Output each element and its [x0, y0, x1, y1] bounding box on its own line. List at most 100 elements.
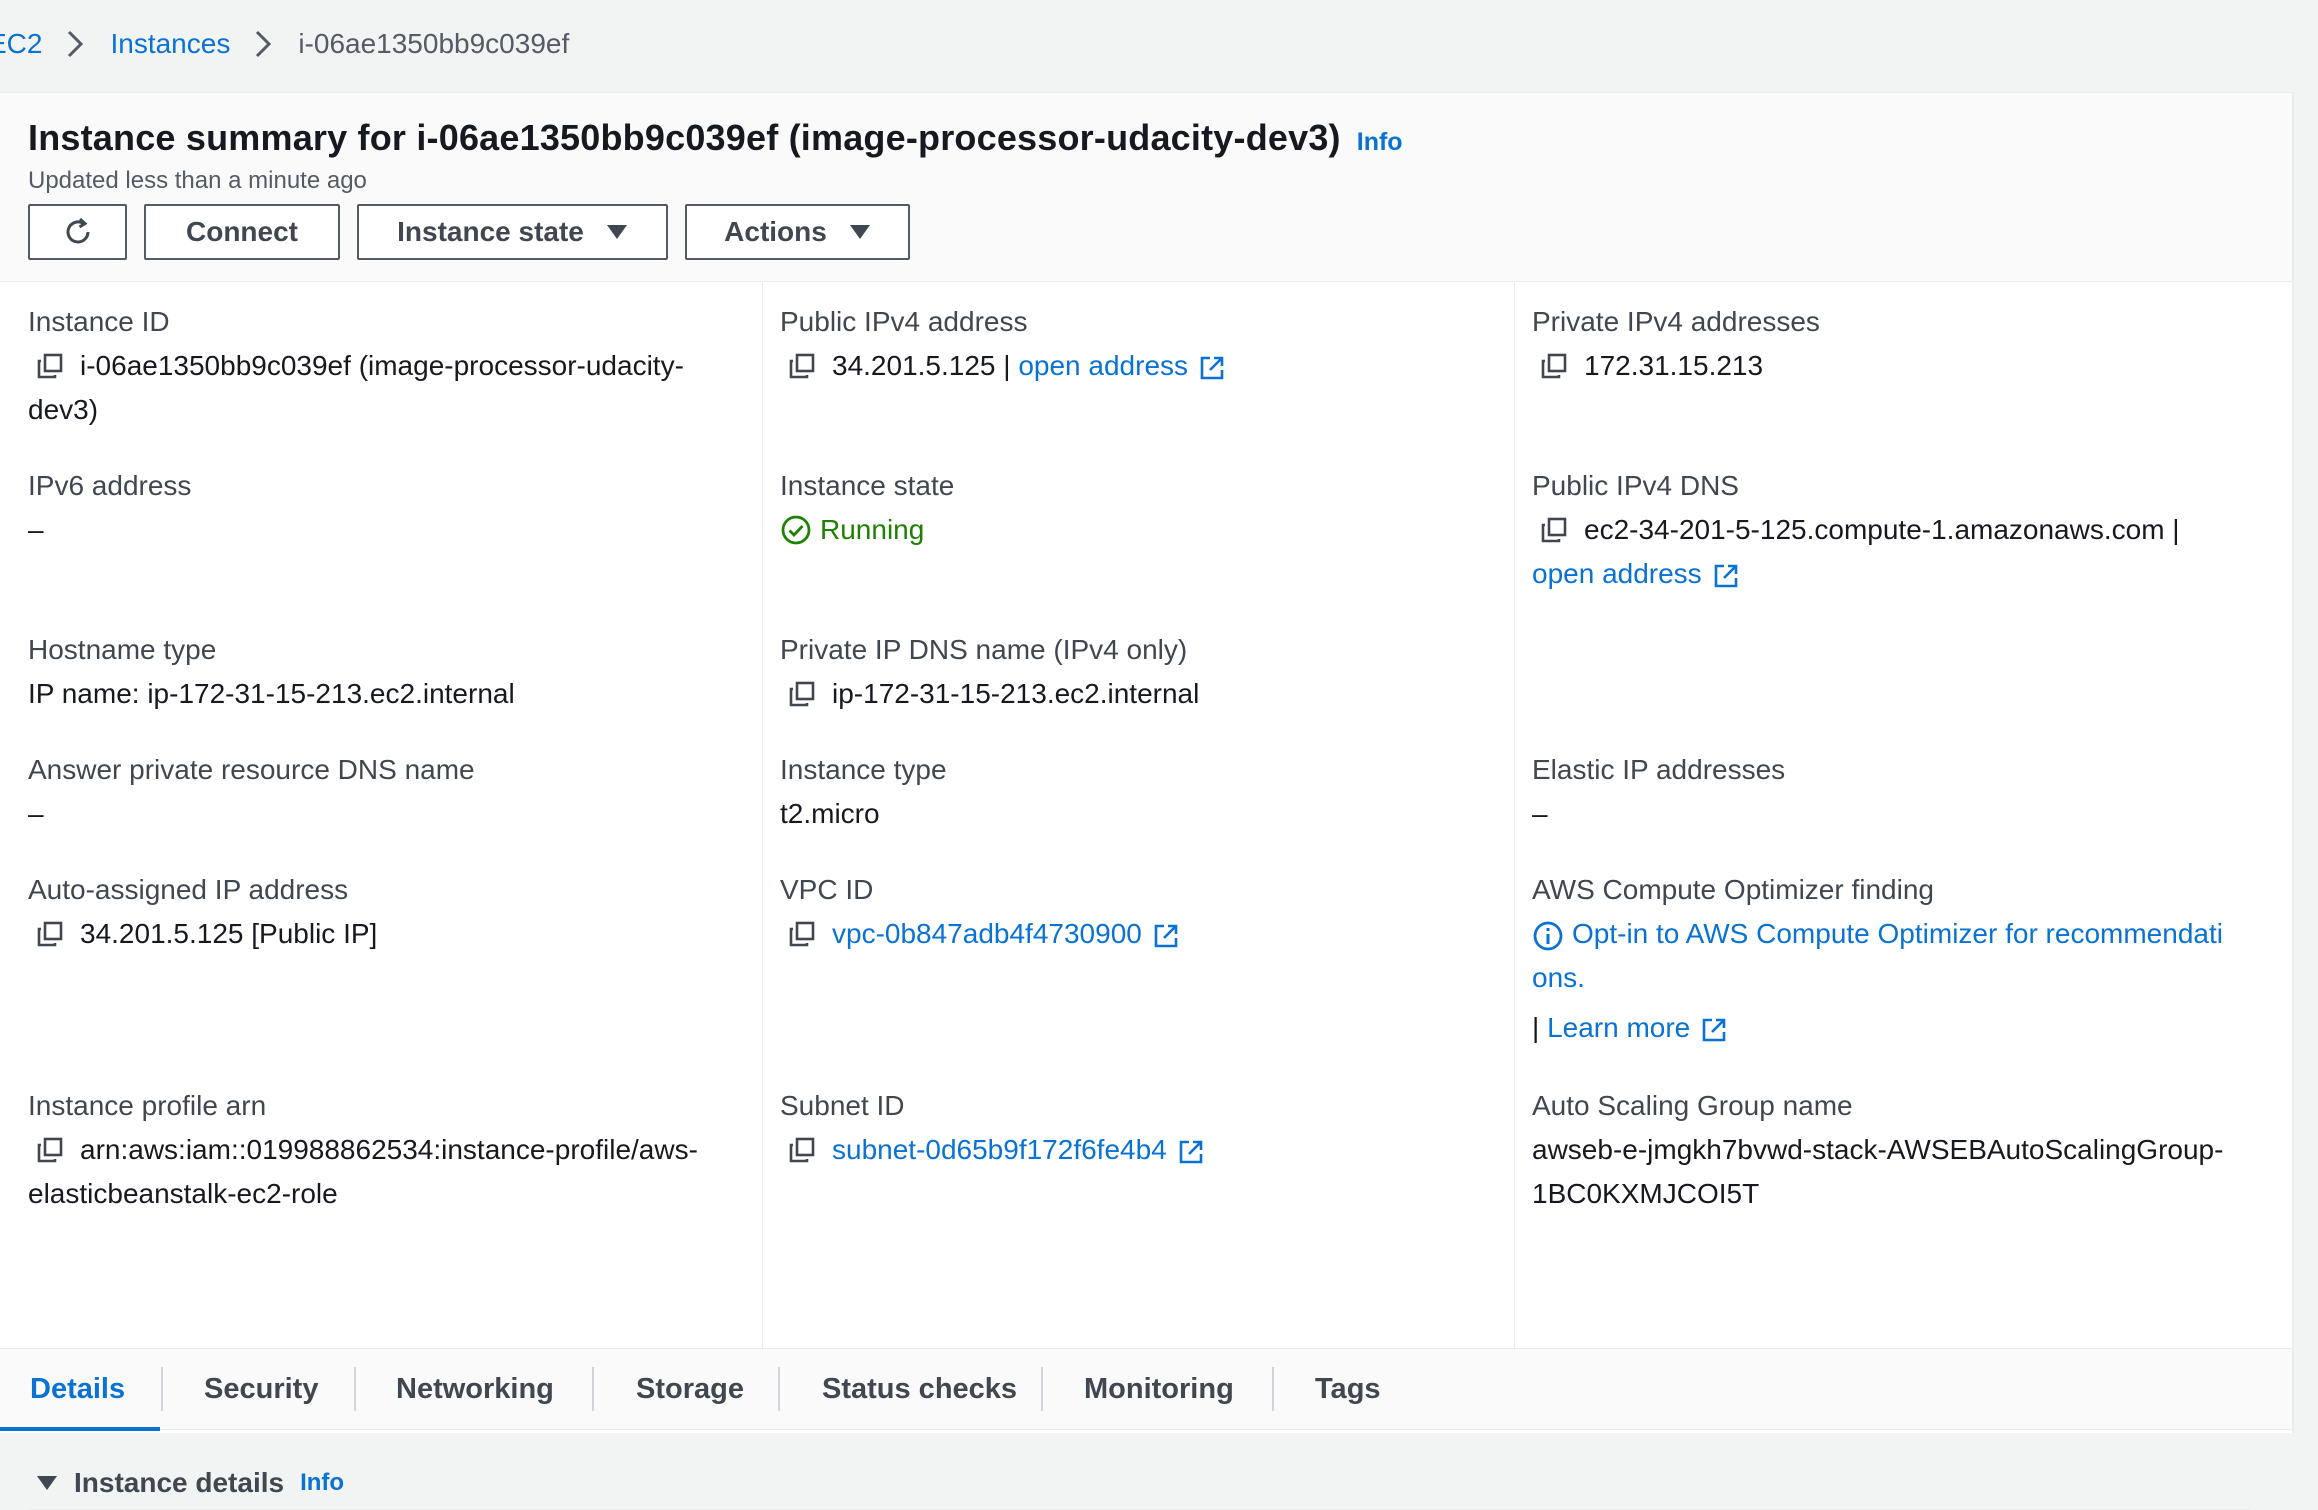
opt-in-text-cont[interactable]: ons.	[1532, 956, 2252, 1000]
copy-icon[interactable]	[36, 344, 66, 388]
copy-icon[interactable]	[36, 912, 66, 956]
field-hostname-type: Hostname type IP name: ip-172-31-15-213.…	[28, 628, 748, 716]
external-link-icon	[1198, 354, 1226, 382]
field-label: Public IPv4 address	[780, 306, 1028, 337]
actions-label: Actions	[724, 216, 827, 247]
refresh-icon	[61, 215, 95, 249]
actions-button[interactable]: Actions	[685, 204, 910, 260]
chevron-right-icon	[66, 29, 84, 59]
tab-monitoring[interactable]: Monitoring	[1084, 1349, 1234, 1429]
copy-icon[interactable]	[1540, 344, 1570, 388]
learn-more-link[interactable]: Learn more	[1547, 1012, 1728, 1043]
instance-details-header[interactable]: Instance details Info	[36, 1467, 344, 1499]
field-label: Instance state	[780, 470, 955, 501]
instance-id-value-cont: dev3)	[28, 394, 99, 425]
tab-storage[interactable]: Storage	[636, 1349, 744, 1429]
info-link[interactable]: Info	[300, 1469, 344, 1497]
public-ipv4-value: 34.201.5.125 |	[832, 350, 1019, 381]
field-label: Auto-assigned IP address	[28, 874, 349, 905]
field-label: Hostname type	[28, 634, 217, 665]
opt-in-link[interactable]: Opt-in to AWS Compute Optimizer for reco…	[1532, 918, 2223, 952]
field-label: Instance ID	[28, 306, 170, 337]
tab-divider	[592, 1367, 594, 1411]
field-answer-dns: Answer private resource DNS name –	[28, 748, 748, 836]
updated-text: Updated less than a minute ago	[28, 167, 367, 194]
external-link-icon	[1152, 922, 1180, 950]
open-address-label: open address	[1532, 558, 1702, 589]
profile-arn-value-cont: elasticbeanstalk-ec2-role	[28, 1178, 338, 1209]
active-tab-indicator	[0, 1427, 160, 1431]
breadcrumb-ec2[interactable]: EC2	[0, 28, 42, 60]
summary-grid: Instance ID i-06ae1350bb9c039ef (image-p…	[0, 282, 2292, 1348]
vpc-id-value: vpc-0b847adb4f4730900	[832, 918, 1142, 949]
open-address-label: open address	[1018, 350, 1189, 381]
instance-state-button[interactable]: Instance state	[357, 204, 668, 260]
tab-security[interactable]: Security	[204, 1349, 318, 1429]
tab-divider	[161, 1367, 163, 1411]
field-instance-type: Instance type t2.micro	[780, 748, 1500, 836]
field-elastic-ip: Elastic IP addresses –	[1532, 748, 2252, 836]
field-compute-optimizer: AWS Compute Optimizer finding Opt-in to …	[1532, 868, 2252, 1050]
copy-icon[interactable]	[788, 1128, 818, 1172]
caret-down-icon	[36, 1474, 74, 1492]
tab-divider	[1041, 1367, 1043, 1411]
open-address-link[interactable]: open address	[1018, 344, 1226, 388]
field-label: AWS Compute Optimizer finding	[1532, 874, 1934, 905]
field-label: Private IPv4 addresses	[1532, 306, 1820, 337]
chevron-right-icon	[254, 29, 272, 59]
info-link[interactable]: Info	[1357, 128, 1403, 157]
field-private-dns: Private IP DNS name (IPv4 only) ip-172-3…	[780, 628, 1500, 716]
subnet-id-link[interactable]: subnet-0d65b9f172f6fe4b4	[832, 1128, 1205, 1172]
breadcrumb-instances[interactable]: Instances	[110, 28, 230, 60]
field-ipv6: IPv6 address –	[28, 464, 748, 552]
field-vpc-id: VPC ID vpc-0b847adb4f4730900	[780, 868, 1500, 956]
tab-details[interactable]: Details	[30, 1349, 125, 1429]
connect-button[interactable]: Connect	[144, 204, 340, 260]
copy-icon[interactable]	[1540, 508, 1570, 552]
column-divider	[762, 282, 763, 1348]
elastic-ip-value: –	[1532, 798, 1548, 829]
field-label: Auto Scaling Group name	[1532, 1090, 1853, 1121]
tab-divider	[1272, 1367, 1274, 1411]
separator-text: |	[1532, 1012, 1548, 1043]
field-label: Elastic IP addresses	[1532, 754, 1786, 785]
vpc-id-link[interactable]: vpc-0b847adb4f4730900	[832, 912, 1180, 956]
learn-more-label: Learn more	[1547, 1012, 1691, 1043]
instance-state-value: Running	[820, 514, 925, 545]
refresh-button[interactable]	[28, 204, 127, 260]
tab-bar: Details Security Networking Storage Stat…	[0, 1348, 2292, 1430]
column-divider	[1514, 282, 1515, 1348]
tab-networking[interactable]: Networking	[396, 1349, 554, 1429]
field-label: IPv6 address	[28, 470, 192, 501]
field-subnet-id: Subnet ID subnet-0d65b9f172f6fe4b4	[780, 1084, 1500, 1172]
copy-icon[interactable]	[788, 344, 818, 388]
tab-status-checks[interactable]: Status checks	[822, 1349, 1017, 1429]
field-label: Answer private resource DNS name	[28, 754, 475, 785]
instance-state-label: Instance state	[397, 216, 584, 247]
field-label: Instance profile arn	[28, 1090, 267, 1121]
copy-icon[interactable]	[788, 912, 818, 956]
subnet-id-value: subnet-0d65b9f172f6fe4b4	[832, 1134, 1167, 1165]
field-label: Private IP DNS name (IPv4 only)	[780, 634, 1188, 665]
instance-id-value: i-06ae1350bb9c039ef (image-processor-uda…	[80, 350, 684, 381]
public-dns-value: ec2-34-201-5-125.compute-1.amazonaws.com…	[1584, 514, 2180, 545]
summary-header: Instance summary for i-06ae1350bb9c039ef…	[0, 93, 2292, 282]
tab-divider	[778, 1367, 780, 1411]
copy-icon[interactable]	[36, 1128, 66, 1172]
tab-tags[interactable]: Tags	[1315, 1349, 1381, 1429]
copy-icon[interactable]	[788, 672, 818, 716]
field-label: Instance type	[780, 754, 947, 785]
breadcrumb-current: i-06ae1350bb9c039ef	[298, 28, 570, 59]
instance-details-title: Instance details	[74, 1467, 285, 1498]
info-circle-icon	[1532, 920, 1564, 952]
field-public-ipv4: Public IPv4 address 34.201.5.125 | open …	[780, 300, 1500, 388]
asg-name-value: awseb-e-jmgkh7bvwd-stack-AWSEBAutoScalin…	[1532, 1134, 2224, 1165]
private-ipv4-value: 172.31.15.213	[1584, 350, 1764, 381]
field-public-dns: Public IPv4 DNS ec2-34-201-5-125.compute…	[1532, 464, 2252, 596]
instance-type-value: t2.micro	[780, 798, 880, 829]
instance-summary-panel: Instance summary for i-06ae1350bb9c039ef…	[0, 92, 2294, 1510]
answer-dns-value: –	[28, 798, 44, 829]
field-instance-id: Instance ID i-06ae1350bb9c039ef (image-p…	[28, 300, 748, 432]
open-address-link[interactable]: open address	[1532, 558, 1740, 589]
caret-down-icon	[849, 223, 871, 241]
